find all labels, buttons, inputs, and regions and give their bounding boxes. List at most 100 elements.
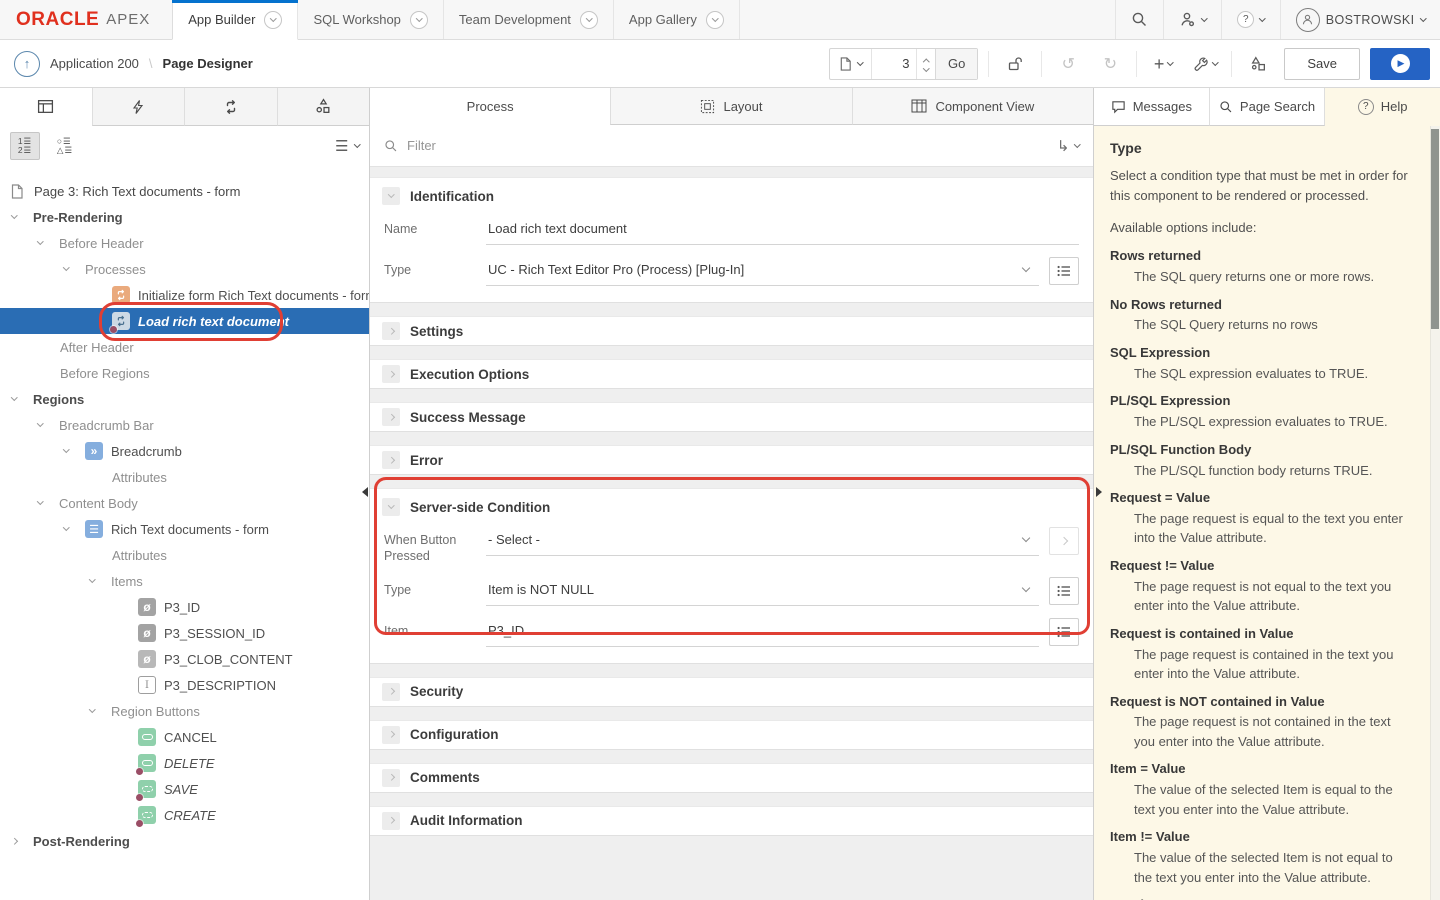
tab-menu-button[interactable] bbox=[264, 11, 282, 29]
expand-button[interactable] bbox=[382, 683, 400, 701]
collapse-button[interactable] bbox=[382, 187, 400, 205]
tree-node[interactable]: I P3_DESCRIPTION bbox=[0, 672, 369, 698]
list-of-values-button[interactable] bbox=[1049, 257, 1079, 285]
tree-node[interactable]: Attributes bbox=[0, 464, 369, 490]
collapsed-section[interactable]: Configuration bbox=[370, 720, 1093, 750]
tree-node[interactable]: SAVE bbox=[0, 776, 369, 802]
field-value[interactable]: P3_ID bbox=[486, 616, 1039, 647]
save-button[interactable]: Save bbox=[1284, 48, 1360, 80]
tree-node[interactable]: Items bbox=[0, 568, 369, 594]
list-of-values-button[interactable] bbox=[1049, 618, 1079, 646]
tree-node[interactable]: Page 3: Rich Text documents - form bbox=[0, 178, 369, 204]
tab-dynamic-actions[interactable] bbox=[92, 88, 185, 126]
tree-expand-icon[interactable] bbox=[90, 580, 111, 582]
expand-button[interactable] bbox=[382, 408, 400, 426]
tree-node[interactable]: » Breadcrumb bbox=[0, 438, 369, 464]
tree-node[interactable]: CANCEL bbox=[0, 724, 369, 750]
page-picker-button[interactable] bbox=[830, 49, 871, 79]
page-number-stepper[interactable] bbox=[916, 49, 936, 79]
expand-button[interactable] bbox=[382, 726, 400, 744]
breadcrumb-application[interactable]: Application 200 bbox=[50, 56, 139, 71]
collapsed-section[interactable]: Execution Options bbox=[370, 359, 1093, 389]
tree-node[interactable]: ø P3_SESSION_ID bbox=[0, 620, 369, 646]
tree-node[interactable]: Content Body bbox=[0, 490, 369, 516]
field-value[interactable]: UC - Rich Text Editor Pro (Process) [Plu… bbox=[486, 255, 1039, 286]
tree-node[interactable]: Regions bbox=[0, 386, 369, 412]
order-view-button[interactable]: 1☰ 2☰ bbox=[10, 132, 40, 160]
collapse-button[interactable] bbox=[382, 498, 400, 516]
tab-component-view[interactable]: Component View bbox=[852, 88, 1093, 125]
tab-messages[interactable]: Messages bbox=[1094, 88, 1210, 126]
tree-node[interactable]: Before Header bbox=[0, 230, 369, 256]
tab-processing[interactable] bbox=[184, 88, 277, 126]
collapsed-section[interactable]: Security bbox=[370, 677, 1093, 707]
run-page-button[interactable]: ▶ bbox=[1370, 48, 1430, 80]
create-menu-button[interactable]: + bbox=[1147, 48, 1179, 80]
splitter-collapse-left[interactable] bbox=[362, 487, 368, 497]
tab-menu-button[interactable] bbox=[580, 11, 598, 29]
tree-node[interactable]: DELETE bbox=[0, 750, 369, 776]
tree-node[interactable]: Initialize form Rich Text documents - fo… bbox=[0, 282, 369, 308]
expand-button[interactable] bbox=[382, 769, 400, 787]
tree-expand-icon[interactable] bbox=[38, 242, 59, 244]
tree-node[interactable]: Region Buttons bbox=[0, 698, 369, 724]
tab-rendering[interactable] bbox=[0, 88, 92, 126]
tab-menu-button[interactable] bbox=[410, 11, 428, 29]
filter-input[interactable] bbox=[407, 138, 1048, 153]
tree-expand-icon[interactable] bbox=[38, 502, 59, 504]
tree-expand-icon[interactable] bbox=[64, 268, 85, 270]
tab-process[interactable]: Process bbox=[370, 88, 610, 125]
tree-node[interactable]: CREATE bbox=[0, 802, 369, 828]
tree-node[interactable]: ø P3_CLOB_CONTENT bbox=[0, 646, 369, 672]
tree-node[interactable]: Load rich text document bbox=[0, 308, 369, 334]
utilities-menu-button[interactable] bbox=[1189, 48, 1221, 80]
page-number-input[interactable] bbox=[878, 56, 910, 71]
main-nav-tab[interactable]: Team Development bbox=[444, 0, 614, 39]
field-value[interactable]: - Select - bbox=[486, 525, 1039, 556]
tree-expand-icon[interactable] bbox=[38, 424, 59, 426]
next-button[interactable] bbox=[1049, 527, 1079, 555]
collapsed-section[interactable]: Settings bbox=[370, 316, 1093, 346]
expand-button[interactable] bbox=[382, 322, 400, 340]
tree-node[interactable]: Post-Rendering bbox=[0, 828, 369, 854]
tree-expand-icon[interactable] bbox=[12, 216, 33, 218]
admin-menu-button[interactable] bbox=[1163, 0, 1222, 39]
tree-node[interactable]: Attributes bbox=[0, 542, 369, 568]
user-menu-button[interactable]: BOSTROWSKI bbox=[1280, 0, 1440, 39]
tree-node[interactable]: After Header bbox=[0, 334, 369, 360]
main-nav-tab[interactable]: App Builder bbox=[172, 0, 298, 40]
tab-help[interactable]: ? Help bbox=[1325, 88, 1440, 126]
go-button[interactable]: Go bbox=[935, 49, 977, 79]
redo-button[interactable]: ↻ bbox=[1094, 48, 1126, 80]
tab-page-shared-components[interactable] bbox=[277, 88, 370, 126]
tree-expand-icon[interactable] bbox=[90, 710, 111, 712]
tree-node[interactable]: ☰ Rich Text documents - form bbox=[0, 516, 369, 542]
tree-node[interactable]: Breadcrumb Bar bbox=[0, 412, 369, 438]
tree-expand-icon[interactable] bbox=[12, 398, 33, 400]
tab-page-search[interactable]: Page Search bbox=[1210, 88, 1326, 126]
main-nav-tab[interactable]: SQL Workshop bbox=[298, 0, 443, 39]
goto-menu-button[interactable]: ↳ bbox=[1057, 137, 1079, 155]
collapsed-section[interactable]: Error bbox=[370, 445, 1093, 475]
expand-button[interactable] bbox=[382, 451, 400, 469]
collapsed-section[interactable]: Audit Information bbox=[370, 806, 1093, 836]
main-nav-tab[interactable]: App Gallery bbox=[614, 0, 740, 39]
shared-components-button[interactable] bbox=[1242, 48, 1274, 80]
expand-button[interactable] bbox=[382, 812, 400, 830]
lock-button[interactable] bbox=[999, 48, 1031, 80]
grouped-view-button[interactable]: ○☰ △☰ bbox=[50, 132, 80, 160]
collapsed-section[interactable]: Success Message bbox=[370, 402, 1093, 432]
tree-node[interactable]: Before Regions bbox=[0, 360, 369, 386]
tree-expand-icon[interactable] bbox=[64, 450, 85, 452]
tab-menu-button[interactable] bbox=[706, 11, 724, 29]
tree-node[interactable]: ø P3_ID bbox=[0, 594, 369, 620]
tree-expand-icon[interactable] bbox=[64, 528, 85, 530]
splitter-collapse-right[interactable] bbox=[1096, 487, 1102, 497]
field-value[interactable]: Item is NOT NULL bbox=[486, 575, 1039, 606]
global-search-button[interactable] bbox=[1115, 0, 1163, 39]
list-of-values-button[interactable] bbox=[1049, 577, 1079, 605]
collapsed-section[interactable]: Comments bbox=[370, 763, 1093, 793]
undo-button[interactable]: ↺ bbox=[1052, 48, 1084, 80]
up-arrow-icon[interactable]: ↑ bbox=[14, 51, 40, 77]
tree-menu-button[interactable]: ☰ bbox=[335, 137, 359, 155]
